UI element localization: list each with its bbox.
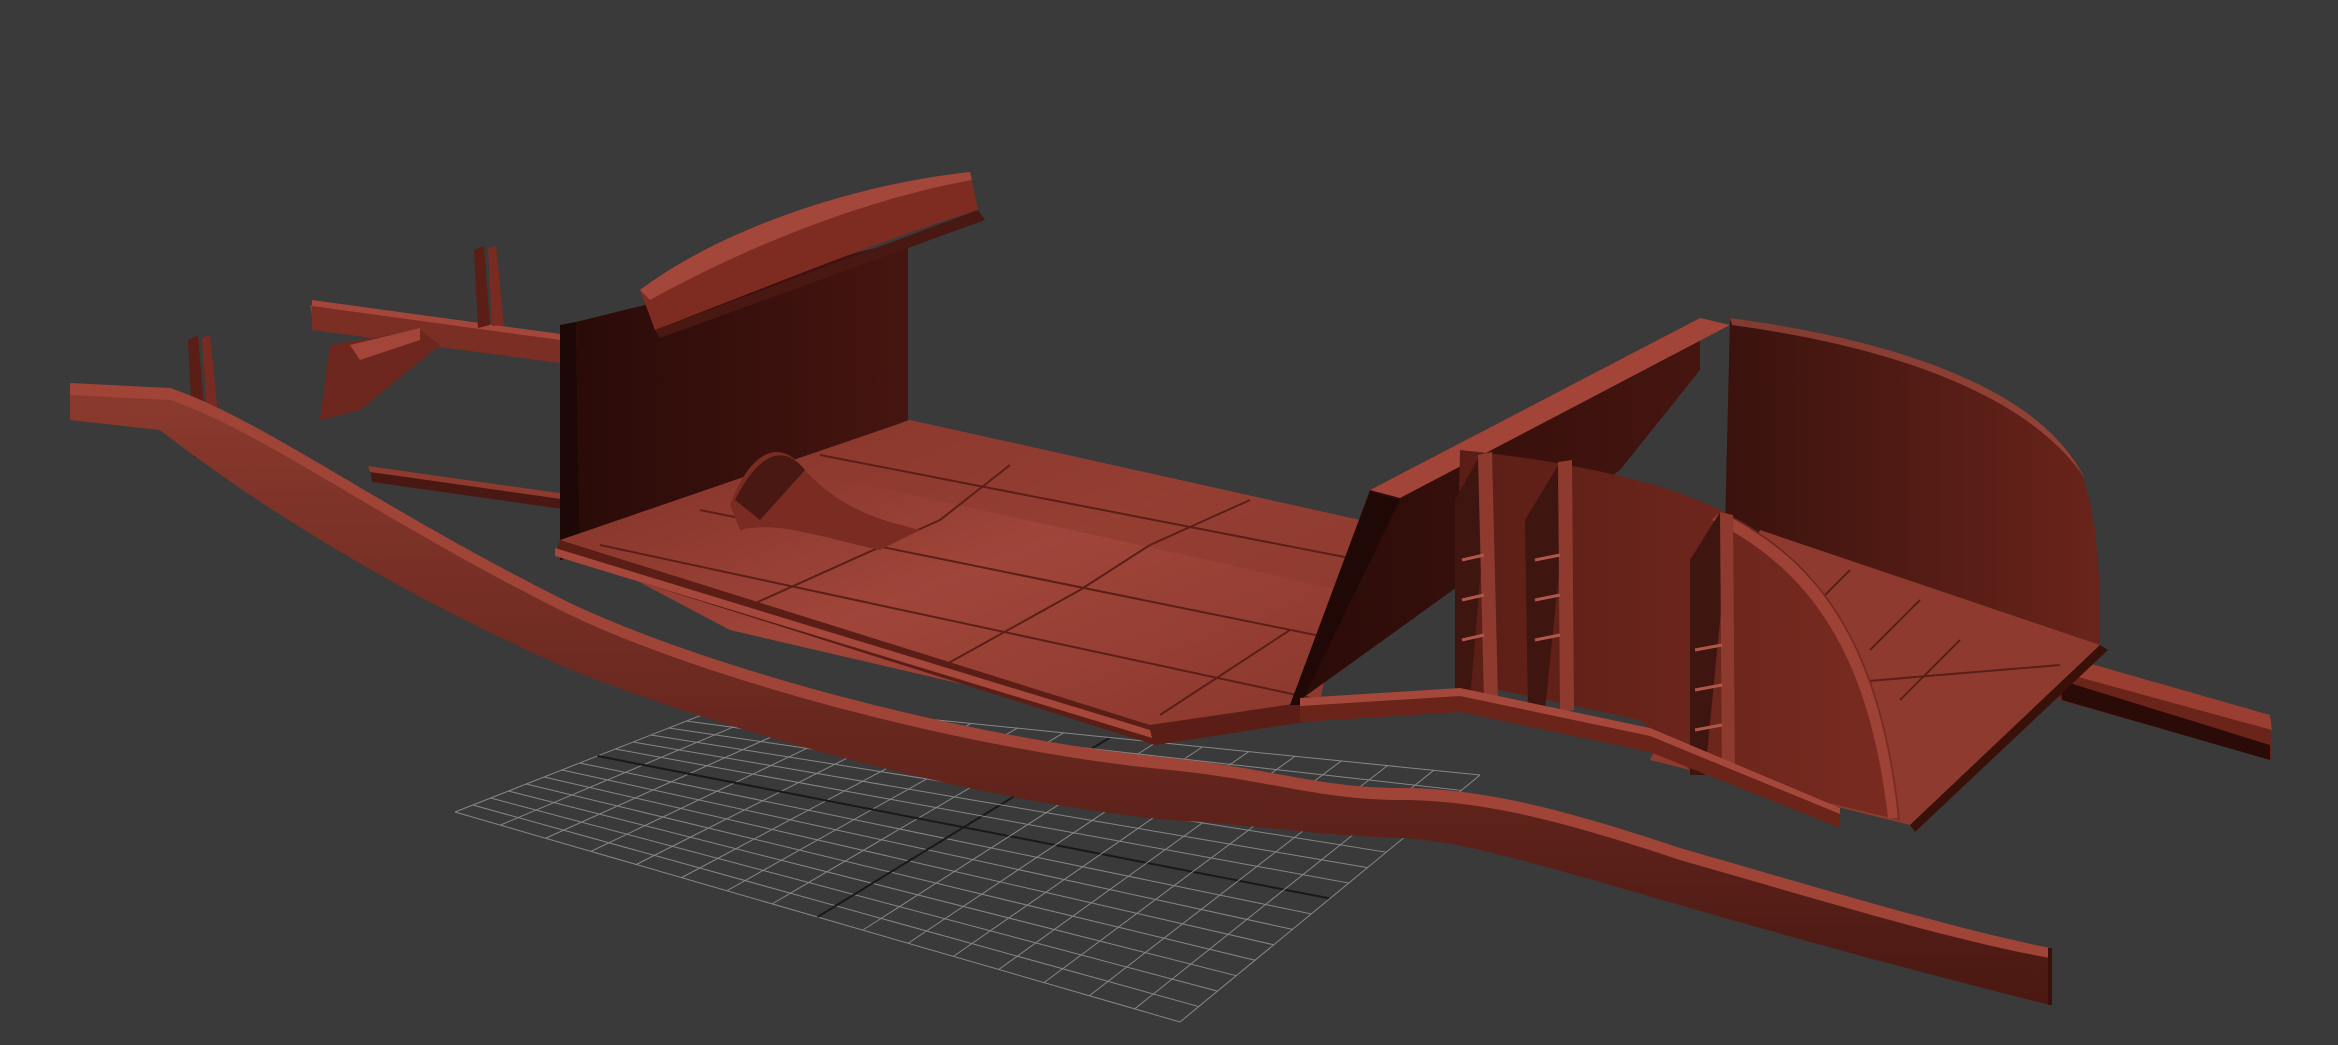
viewport-canvas[interactable] xyxy=(0,0,2338,1045)
3d-viewport[interactable] xyxy=(0,0,2338,1045)
rear-right-rail xyxy=(2060,655,2272,760)
